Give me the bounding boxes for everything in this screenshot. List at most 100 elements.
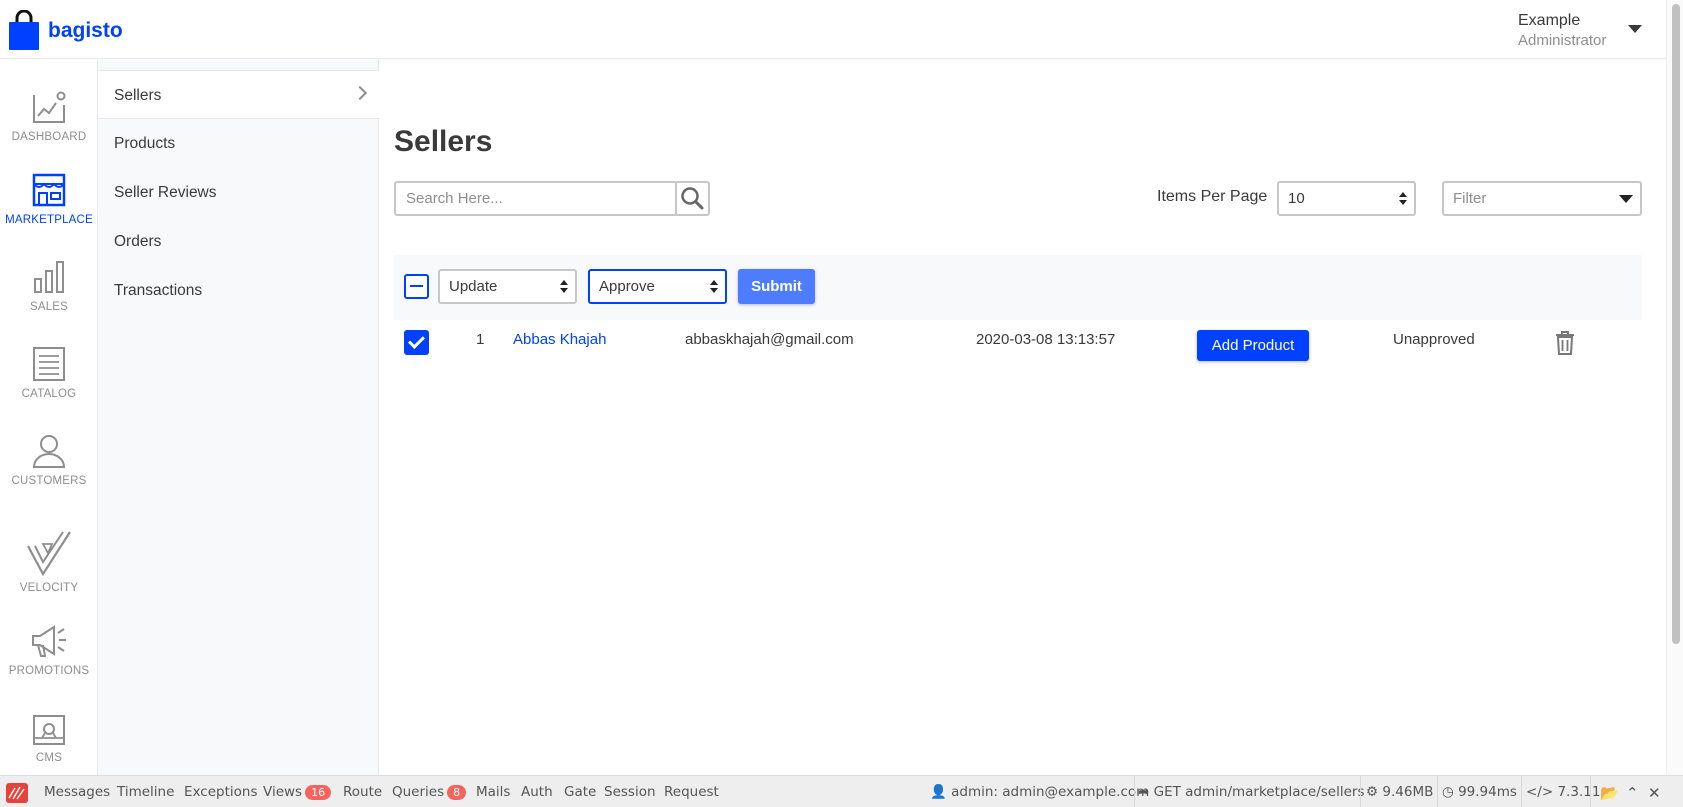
nav-item-velocity[interactable]: VELOCITY — [0, 530, 98, 594]
queries-count-badge: 8 — [447, 785, 467, 800]
marketplace-subnav: Sellers Products Seller Reviews Orders T… — [98, 59, 379, 775]
nav-label-catalog: CATALOG — [21, 388, 77, 400]
page-scrollbar[interactable] — [1666, 0, 1683, 775]
views-count-badge: 16 — [305, 785, 332, 800]
debug-tab-queries-label: Queries — [392, 784, 445, 800]
cogs-icon: ⚙ — [1366, 784, 1379, 800]
debug-route: ➦ GET admin/marketplace/sellers — [1138, 784, 1365, 800]
nav-item-catalog[interactable]: CATALOG — [0, 346, 98, 400]
debug-memory-text: 9.46MB — [1382, 784, 1434, 800]
nav-label-velocity: VELOCITY — [19, 582, 79, 594]
search-box — [394, 181, 710, 216]
subnav-label-products: Products — [114, 135, 176, 152]
close-icon[interactable]: ✕ — [1648, 784, 1661, 802]
mass-status-value: Approve — [599, 278, 655, 295]
debug-tab-auth[interactable]: Auth — [521, 784, 553, 800]
debug-tab-views[interactable]: Views 16 — [263, 784, 332, 800]
debug-tab-gate[interactable]: Gate — [564, 784, 596, 800]
nav-label-dashboard: DASHBOARD — [11, 131, 87, 143]
add-product-button[interactable]: Add Product — [1197, 330, 1309, 361]
debug-user: 👤 admin: admin@example.com — [930, 784, 1149, 800]
nav-label-sales: SALES — [29, 301, 69, 313]
debug-tab-route[interactable]: Route — [343, 784, 382, 800]
nav-label-promotions: PROMOTIONS — [8, 665, 90, 677]
nav-label-cms: CMS — [35, 752, 63, 764]
debug-tab-queries[interactable]: Queries 8 — [392, 784, 467, 800]
mass-action-select[interactable]: Update — [438, 269, 577, 304]
debug-separator — [1590, 776, 1591, 807]
debug-memory: ⚙ 9.46MB — [1366, 784, 1433, 800]
debug-user-text: admin: admin@example.com — [951, 784, 1150, 800]
user-menu[interactable]: Example Administrator — [1518, 12, 1606, 49]
debug-separator — [1134, 776, 1135, 807]
velocity-check-icon — [27, 531, 71, 576]
search-button[interactable] — [675, 183, 708, 214]
share-arrow-icon: ➦ — [1138, 784, 1150, 800]
chevron-right-icon — [352, 85, 368, 101]
scrollbar-thumb[interactable] — [1672, 4, 1680, 644]
list-document-icon — [33, 347, 65, 381]
folder-open-icon[interactable]: 📂 — [1600, 784, 1619, 802]
seller-email: abbaskhajah@gmail.com — [685, 331, 854, 348]
filter-placeholder: Filter — [1453, 190, 1487, 207]
debug-time: ◷ 99.94ms — [1442, 784, 1517, 800]
debug-tab-mails[interactable]: Mails — [476, 784, 510, 800]
debug-tab-timeline[interactable]: Timeline — [117, 784, 174, 800]
user-name: Example — [1518, 12, 1581, 29]
subnav-item-products[interactable]: Products — [98, 119, 379, 168]
nav-item-marketplace[interactable]: MARKETPLACE — [0, 172, 98, 226]
debug-tab-request[interactable]: Request — [664, 784, 719, 800]
debug-php-version-text: 7.3.11 — [1557, 784, 1601, 800]
user-role: Administrator — [1518, 32, 1607, 49]
select-arrows-icon — [560, 280, 568, 293]
app-root: bagisto Example Administrator DASHBOARD — [0, 0, 1683, 807]
subnav-item-sellers[interactable]: Sellers — [98, 70, 379, 119]
mass-action-bar: Update Approve Submit — [394, 255, 1642, 320]
debug-tab-messages[interactable]: Messages — [44, 784, 110, 800]
subnav-item-orders[interactable]: Orders — [98, 217, 379, 266]
megaphone-icon — [32, 625, 66, 657]
debug-separator — [1521, 776, 1522, 807]
seller-name-link[interactable]: Abbas Khajah — [513, 331, 606, 348]
select-arrows-icon — [1399, 192, 1407, 205]
nav-item-sales[interactable]: SALES — [0, 259, 98, 313]
subnav-item-transactions[interactable]: Transactions — [98, 266, 379, 315]
items-per-page-label: Items Per Page — [1157, 188, 1268, 205]
subnav-item-seller-reviews[interactable]: Seller Reviews — [98, 168, 379, 217]
dashboard-chart-icon — [33, 91, 66, 123]
select-all-checkbox[interactable] — [404, 274, 429, 299]
seller-created-at: 2020-03-08 13:13:57 — [976, 331, 1116, 348]
items-per-page-value: 10 — [1288, 190, 1305, 207]
clock-icon: ◷ — [1442, 784, 1454, 800]
delete-button[interactable] — [1554, 330, 1576, 360]
mass-status-select[interactable]: Approve — [588, 269, 727, 304]
debug-tab-views-label: Views — [263, 784, 303, 800]
seller-id: 1 — [476, 331, 485, 348]
storefront-icon — [32, 173, 66, 207]
nav-item-promotions[interactable]: PROMOTIONS — [0, 623, 98, 677]
nav-item-customers[interactable]: CUSTOMERS — [0, 433, 98, 487]
user-menu-caret-icon[interactable] — [1628, 25, 1642, 33]
filter-select[interactable]: Filter — [1442, 181, 1642, 216]
debug-tab-session[interactable]: Session — [604, 784, 656, 800]
brand-name: bagisto — [48, 19, 123, 42]
seller-status: Unapproved — [1393, 331, 1475, 348]
row-checkbox[interactable] — [404, 330, 429, 355]
submit-button[interactable]: Submit — [738, 269, 815, 304]
search-icon — [681, 187, 704, 210]
search-input[interactable] — [396, 183, 676, 214]
debug-tab-exceptions[interactable]: Exceptions — [184, 784, 257, 800]
shopping-bag-icon — [8, 9, 40, 50]
main-nav: DASHBOARD MARKETPLACE SALES CATALOG CUST… — [0, 59, 98, 775]
nav-item-dashboard[interactable]: DASHBOARD — [0, 89, 98, 143]
items-per-page-select[interactable]: 10 — [1277, 181, 1416, 216]
chevron-up-icon[interactable]: ⌃ — [1626, 784, 1639, 802]
debugbar-logo-icon[interactable] — [5, 782, 28, 803]
user-small-icon: 👤 — [930, 784, 947, 800]
nav-item-cms[interactable]: CMS — [0, 714, 98, 764]
debug-separator — [1360, 776, 1361, 807]
select-arrows-icon — [710, 280, 718, 293]
subnav-label-orders: Orders — [114, 233, 162, 250]
brand-logo[interactable]: bagisto — [8, 9, 123, 50]
page-title: Sellers — [394, 125, 493, 158]
